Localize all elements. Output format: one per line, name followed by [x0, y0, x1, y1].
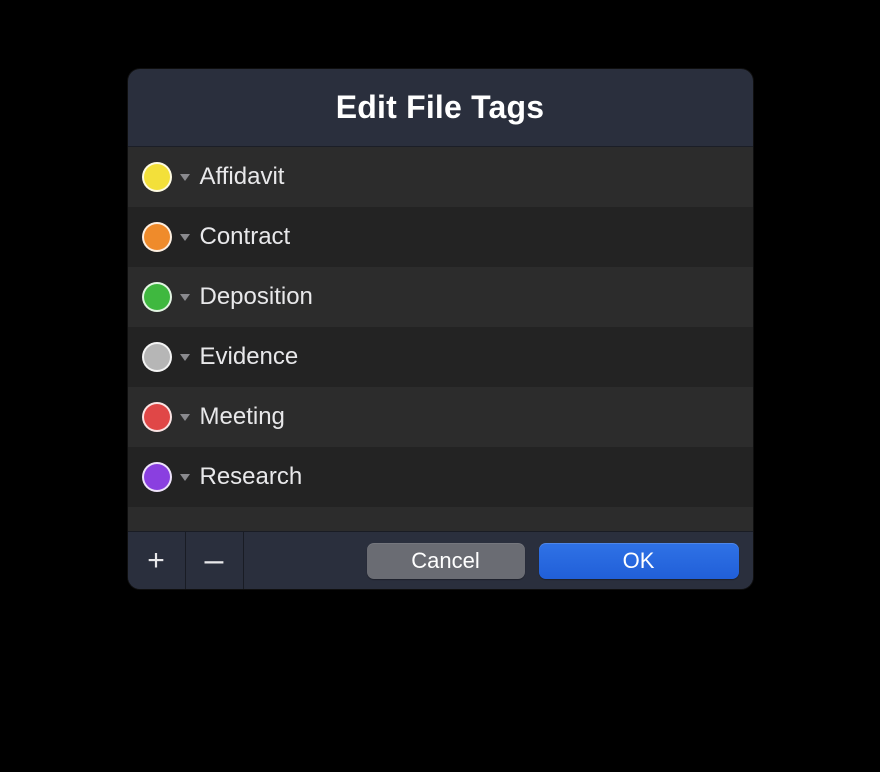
ok-button[interactable]: OK	[539, 543, 739, 579]
minus-icon: –	[205, 541, 224, 580]
button-label: Cancel	[411, 548, 479, 574]
add-tag-button[interactable]: +	[128, 532, 186, 590]
chevron-down-icon[interactable]	[180, 474, 190, 481]
chevron-down-icon[interactable]	[180, 234, 190, 241]
color-swatch-icon[interactable]	[142, 402, 172, 432]
tag-row[interactable]: Meeting	[128, 387, 753, 447]
tag-row[interactable]: Contract	[128, 207, 753, 267]
tag-label[interactable]: Evidence	[200, 343, 299, 371]
edit-file-tags-dialog: Edit File Tags Affidavit Contract Deposi…	[128, 69, 753, 589]
tag-label[interactable]: Meeting	[200, 403, 285, 431]
list-empty-area	[128, 507, 753, 531]
dialog-title: Edit File Tags	[336, 89, 544, 126]
tag-label[interactable]: Affidavit	[200, 163, 285, 191]
tag-list: Affidavit Contract Deposition Evidence M…	[128, 147, 753, 531]
tag-row[interactable]: Deposition	[128, 267, 753, 327]
chevron-down-icon[interactable]	[180, 294, 190, 301]
button-label: OK	[623, 548, 655, 574]
dialog-footer: + – Cancel OK	[128, 531, 753, 589]
color-swatch-icon[interactable]	[142, 342, 172, 372]
color-swatch-icon[interactable]	[142, 462, 172, 492]
chevron-down-icon[interactable]	[180, 174, 190, 181]
color-swatch-icon[interactable]	[142, 282, 172, 312]
tag-row[interactable]: Affidavit	[128, 147, 753, 207]
color-swatch-icon[interactable]	[142, 222, 172, 252]
plus-icon: +	[147, 544, 165, 578]
remove-tag-button[interactable]: –	[186, 532, 244, 590]
tag-row[interactable]: Research	[128, 447, 753, 507]
tag-label[interactable]: Contract	[200, 223, 291, 251]
tag-label[interactable]: Deposition	[200, 283, 313, 311]
tag-label[interactable]: Research	[200, 463, 303, 491]
tag-row[interactable]: Evidence	[128, 327, 753, 387]
color-swatch-icon[interactable]	[142, 162, 172, 192]
dialog-titlebar: Edit File Tags	[128, 69, 753, 147]
chevron-down-icon[interactable]	[180, 354, 190, 361]
cancel-button[interactable]: Cancel	[367, 543, 525, 579]
chevron-down-icon[interactable]	[180, 414, 190, 421]
